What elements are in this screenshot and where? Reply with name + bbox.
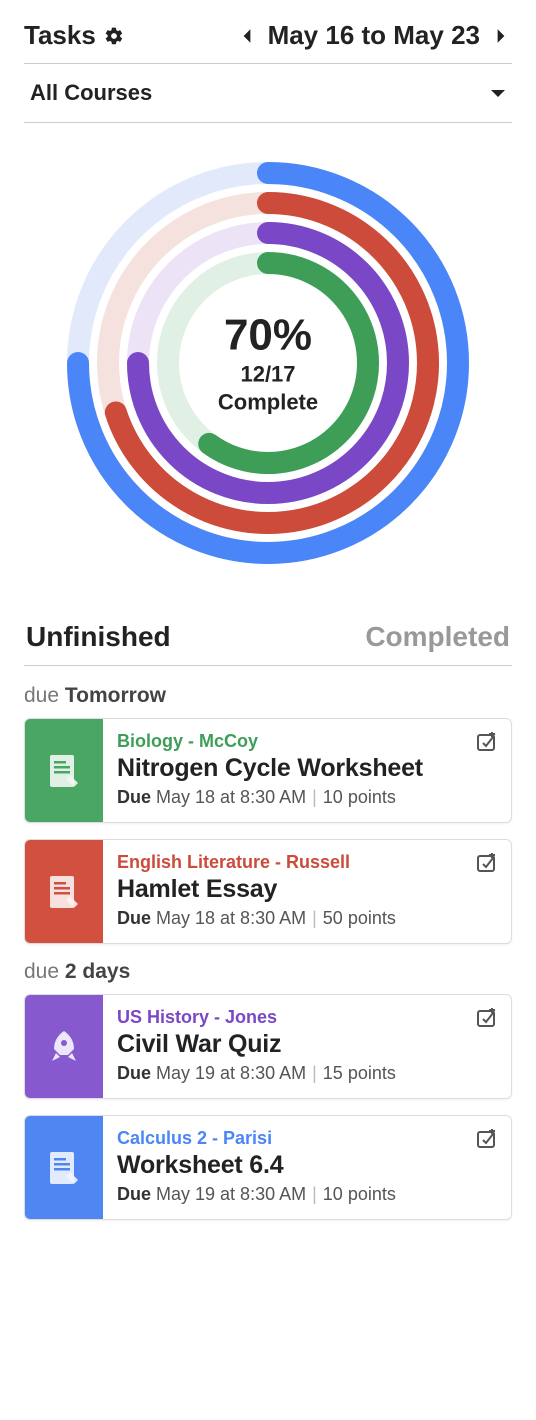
task-title: Hamlet Essay	[117, 875, 497, 904]
task-card[interactable]: Calculus 2 - Parisi Worksheet 6.4 Due Ma…	[24, 1115, 512, 1220]
task-type-icon	[25, 840, 103, 943]
prev-week-button[interactable]	[236, 27, 258, 45]
task-type-icon	[25, 719, 103, 822]
mark-complete-button[interactable]	[475, 1126, 499, 1155]
due-group-label: due 2 days	[24, 960, 512, 984]
date-range-label: May 16 to May 23	[268, 20, 480, 51]
task-type-icon	[25, 995, 103, 1098]
task-course: US History - Jones	[117, 1007, 497, 1028]
task-course: Biology - McCoy	[117, 731, 497, 752]
task-title: Worksheet 6.4	[117, 1151, 497, 1180]
mark-complete-button[interactable]	[475, 729, 499, 758]
gear-icon[interactable]	[104, 26, 124, 46]
task-tabs: Unfinished Completed	[24, 613, 512, 666]
mark-complete-button[interactable]	[475, 850, 499, 879]
course-filter-dropdown[interactable]: All Courses	[24, 63, 512, 123]
task-type-icon	[25, 1116, 103, 1219]
progress-count: 12/17	[240, 362, 295, 387]
task-title: Nitrogen Cycle Worksheet	[117, 754, 497, 783]
task-due-line: Due May 18 at 8:30 AM|50 points	[117, 908, 497, 929]
task-due-line: Due May 19 at 8:30 AM|15 points	[117, 1063, 497, 1084]
tab-unfinished[interactable]: Unfinished	[24, 613, 173, 665]
page-title: Tasks	[24, 20, 96, 51]
task-course: English Literature - Russell	[117, 852, 497, 873]
progress-rings-chart: 70% 12/17 Complete	[58, 153, 478, 573]
task-card[interactable]: English Literature - Russell Hamlet Essa…	[24, 839, 512, 944]
task-card[interactable]: US History - Jones Civil War Quiz Due Ma…	[24, 994, 512, 1099]
task-title: Civil War Quiz	[117, 1030, 497, 1059]
caret-down-icon	[490, 80, 506, 106]
progress-complete-label: Complete	[218, 389, 318, 414]
progress-percent: 70%	[218, 311, 318, 361]
task-list: due Tomorrow Biology - McCoy Nitrogen Cy…	[24, 684, 512, 1220]
task-due-line: Due May 18 at 8:30 AM|10 points	[117, 787, 497, 808]
task-course: Calculus 2 - Parisi	[117, 1128, 497, 1149]
mark-complete-button[interactable]	[475, 1005, 499, 1034]
due-group-label: due Tomorrow	[24, 684, 512, 708]
tab-completed[interactable]: Completed	[363, 613, 512, 665]
task-card[interactable]: Biology - McCoy Nitrogen Cycle Worksheet…	[24, 718, 512, 823]
task-due-line: Due May 19 at 8:30 AM|10 points	[117, 1184, 497, 1205]
next-week-button[interactable]	[490, 27, 512, 45]
course-filter-label: All Courses	[30, 80, 152, 106]
